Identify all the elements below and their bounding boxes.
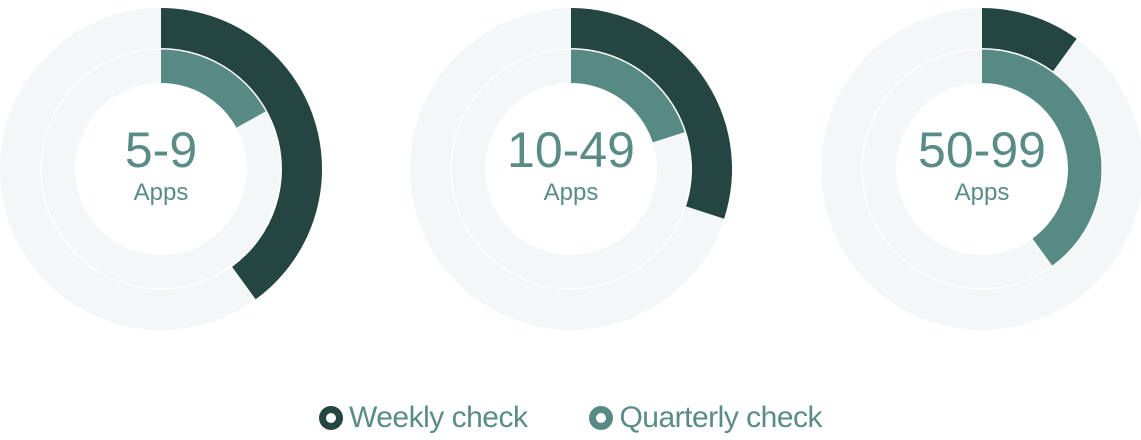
- center-range-label: 10-49: [507, 122, 635, 178]
- legend-item-quarterly: Quarterly check: [589, 400, 823, 435]
- center-sublabel: Apps: [955, 179, 1010, 206]
- center-range-label: 5-9: [125, 122, 197, 178]
- legend-swatch-weekly: [318, 405, 343, 430]
- radial-chart-50-99: 50-99Apps: [821, 8, 1141, 330]
- radial-chart-5-9: 5-9Apps: [0, 8, 322, 330]
- radial-chart-10-49: 10-49Apps: [410, 8, 733, 330]
- legend: Weekly check Quarterly check: [0, 395, 1141, 440]
- legend-label-quarterly: Quarterly check: [619, 400, 823, 434]
- center-sublabel: Apps: [134, 179, 189, 206]
- radial-bar-charts: 5-9Apps10-49Apps50-99Apps: [0, 8, 1141, 330]
- legend-swatch-quarterly: [589, 405, 614, 430]
- center-sublabel: Apps: [544, 179, 599, 206]
- center-range-label: 50-99: [918, 122, 1046, 178]
- legend-item-weekly: Weekly check: [318, 400, 528, 435]
- legend-label-weekly: Weekly check: [348, 400, 528, 434]
